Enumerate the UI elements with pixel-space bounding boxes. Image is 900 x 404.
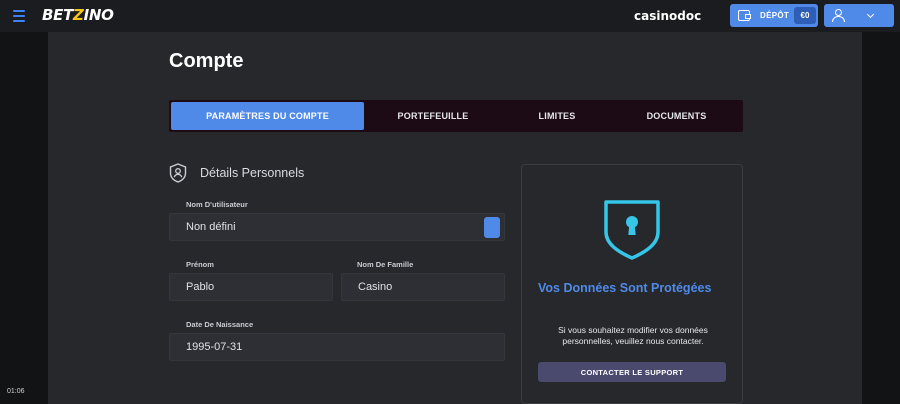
account-menu-button[interactable]: [824, 4, 894, 27]
page-title: Compte: [169, 50, 244, 72]
last-name-label: Nom De Famille: [357, 260, 414, 269]
top-bar: BETZINO casinodoc DÉPÔT €0: [0, 0, 900, 32]
data-protection-card: Vos Données Sont Protégées Si vous souha…: [521, 164, 743, 404]
section-title: Détails Personnels: [200, 166, 305, 180]
contact-support-button[interactable]: CONTACTER LE SUPPORT: [538, 362, 726, 382]
tab-wallet[interactable]: PORTEFEUILLE: [364, 102, 502, 130]
betzino-logo[interactable]: BETZINO: [42, 6, 114, 24]
birth-date-value: 1995-07-31: [186, 341, 243, 353]
clock: 01:06: [7, 388, 25, 395]
user-icon: [832, 9, 845, 22]
birth-date-label: Date De Naissance: [186, 320, 254, 329]
tab-account-settings[interactable]: PARAMÈTRES DU COMPTE: [171, 102, 364, 130]
account-tabs: PARAMÈTRES DU COMPTE PORTEFEUILLE LIMITE…: [169, 100, 743, 132]
deposit-label: DÉPÔT: [760, 11, 790, 20]
casinodoc-logo[interactable]: casinodoc: [634, 9, 701, 23]
balance-badge: €0: [794, 7, 816, 24]
username-field[interactable]: Non défini: [169, 213, 505, 241]
section-header: Détails Personnels: [169, 163, 304, 183]
chevron-down-icon: [866, 10, 875, 19]
birth-date-field[interactable]: 1995-07-31: [169, 333, 505, 361]
username-value: Non défini: [186, 221, 236, 233]
username-label: Nom D'utilisateur: [186, 200, 248, 209]
first-name-field[interactable]: Pablo: [169, 273, 333, 301]
wallet-icon: [738, 10, 751, 21]
shield-keyhole-icon: [604, 200, 660, 260]
first-name-label: Prénom: [186, 260, 214, 269]
tab-documents[interactable]: DOCUMENTS: [612, 102, 741, 130]
protection-title: Vos Données Sont Protégées: [538, 281, 712, 295]
last-name-field[interactable]: Casino: [341, 273, 505, 301]
first-name-value: Pablo: [186, 281, 215, 293]
protection-text: Si vous souhaitez modifier vos données p…: [558, 325, 708, 346]
hamburger-menu-icon[interactable]: [8, 5, 30, 27]
deposit-button[interactable]: DÉPÔT €0: [730, 4, 818, 27]
edit-username-button[interactable]: [484, 217, 500, 238]
last-name-value: Casino: [358, 281, 393, 293]
tab-limits[interactable]: LIMITES: [502, 102, 612, 130]
shield-user-icon: [169, 163, 187, 183]
